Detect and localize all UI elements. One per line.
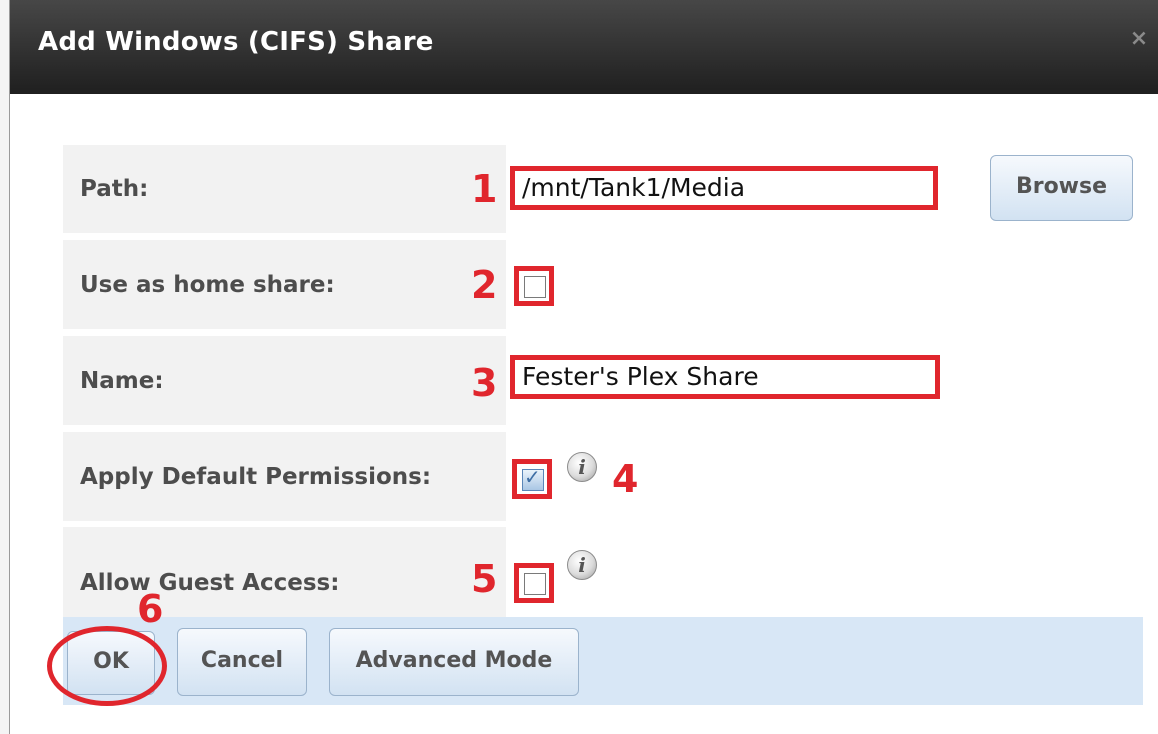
advanced-mode-button[interactable]: Advanced Mode	[329, 628, 579, 696]
path-input[interactable]: /mnt/Tank1/Media	[510, 166, 938, 210]
annotation-number-5: 5	[471, 557, 498, 601]
checkbox-box	[524, 276, 546, 298]
home-share-label: Use as home share:	[80, 271, 335, 298]
annotation-number-3: 3	[471, 361, 498, 405]
default-permissions-checkbox[interactable]: ✓	[512, 459, 552, 499]
default-permissions-row-label: Apply Default Permissions:	[63, 432, 506, 521]
path-row-label: Path:	[63, 145, 506, 233]
path-label: Path:	[80, 176, 149, 202]
checkmark-icon: ✓	[524, 465, 541, 489]
home-share-checkbox[interactable]	[514, 266, 554, 306]
annotation-number-2: 2	[471, 263, 498, 307]
name-row-label: Name:	[63, 336, 506, 425]
default-permissions-label: Apply Default Permissions:	[80, 463, 432, 490]
window-left-edge	[0, 0, 10, 734]
name-label: Name:	[80, 367, 164, 394]
info-icon[interactable]: i	[567, 452, 597, 482]
close-icon[interactable]: ⨯	[1128, 28, 1150, 50]
guest-access-row-label: Allow Guest Access:	[63, 527, 506, 617]
info-icon[interactable]: i	[567, 550, 597, 580]
dialog-titlebar: Add Windows (CIFS) Share ⨯	[10, 0, 1158, 94]
home-share-row-label: Use as home share:	[63, 240, 506, 329]
checkbox-box: ✓	[522, 465, 544, 491]
annotation-number-6: 6	[137, 587, 164, 631]
browse-button[interactable]: Browse	[990, 155, 1133, 221]
ok-button[interactable]: OK	[67, 631, 155, 695]
dialog-title: Add Windows (CIFS) Share	[38, 27, 434, 57]
cancel-button[interactable]: Cancel	[177, 628, 307, 696]
checkbox-box	[524, 573, 546, 595]
guest-access-checkbox[interactable]	[514, 563, 554, 603]
annotation-number-4: 4	[612, 457, 639, 501]
annotation-number-1: 1	[471, 167, 498, 211]
name-input[interactable]: Fester's Plex Share	[510, 355, 940, 399]
guest-access-label: Allow Guest Access:	[80, 569, 340, 596]
